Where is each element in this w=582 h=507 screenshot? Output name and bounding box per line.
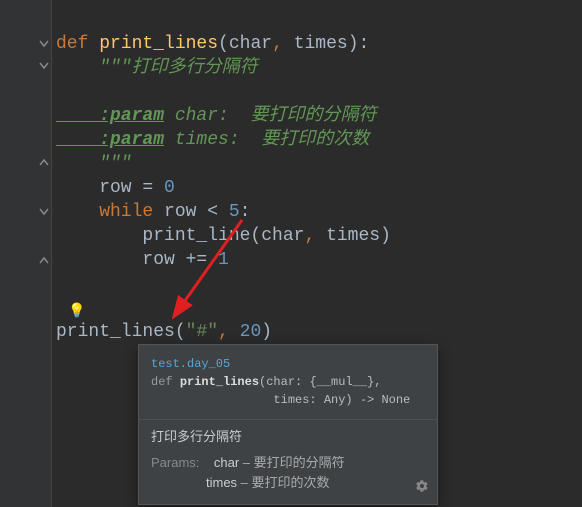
tooltip-doc-body: 打印多行分隔符 Params: char – 要打印的分隔符 times – 要… (139, 420, 437, 504)
operator-eq: = (142, 178, 164, 198)
call-print-line: print_line( (56, 226, 261, 246)
keyword-def: def (56, 34, 99, 54)
number-one: 1 (218, 250, 229, 270)
number-zero: 0 (164, 178, 175, 198)
tooltip-param-sep: – (239, 455, 253, 470)
paren-colon: ): (348, 34, 370, 54)
code-line[interactable]: row = 0 (56, 176, 582, 200)
tooltip-fn-name: print_lines (180, 375, 259, 389)
code-line[interactable]: while row < 5: (56, 200, 582, 224)
gutter (0, 0, 52, 507)
docstring-param-name: char: (164, 106, 240, 126)
tooltip-param-desc: 要打印的分隔符 (254, 455, 345, 470)
docstring-param-name: times: (164, 130, 250, 150)
tooltip-summary: 打印多行分隔符 (151, 428, 425, 446)
comma: , (272, 34, 294, 54)
number-five: 5 (229, 202, 240, 222)
gear-icon[interactable] (415, 479, 429, 498)
param-char: char (229, 34, 272, 54)
fold-end-icon[interactable] (38, 254, 50, 266)
arg-times: times (326, 226, 380, 246)
docstring-param-desc: 要打印的分隔符 (240, 106, 377, 126)
tooltip-param-sep: – (237, 475, 251, 490)
code-line[interactable]: def print_lines(char, times): (56, 32, 582, 56)
comma: , (304, 226, 326, 246)
docstring-param-desc: 要打印的次数 (250, 130, 369, 150)
tooltip-param-name: times (206, 475, 237, 490)
tooltip-signature: test.day_05 def print_lines(char: {__mul… (139, 345, 437, 420)
tooltip-param-name: char (214, 455, 239, 470)
fold-icon[interactable] (38, 38, 50, 50)
code-line[interactable]: print_line(char, times) (56, 224, 582, 248)
quick-doc-tooltip: test.day_05 def print_lines(char: {__mul… (138, 344, 438, 505)
docstring-open: """ (56, 58, 132, 78)
code-text: row (56, 250, 186, 270)
code-line[interactable] (56, 8, 582, 32)
tooltip-sig-text: times: Any) -> None (273, 393, 410, 407)
fold-end-icon[interactable] (38, 156, 50, 168)
string-arg: "#" (186, 322, 218, 342)
code-line[interactable] (56, 272, 582, 296)
comma: , (218, 322, 240, 342)
tooltip-sig-indent (151, 393, 273, 407)
paren-open: ( (175, 322, 186, 342)
fold-icon[interactable] (38, 206, 50, 218)
keyword-while: while (56, 202, 164, 222)
docstring-close: """ (56, 154, 132, 174)
code-line[interactable]: row += 1 (56, 248, 582, 272)
tooltip-module: test.day_05 (151, 357, 230, 371)
number-arg: 20 (240, 322, 262, 342)
code-line[interactable]: :param times: 要打印的次数 (56, 128, 582, 152)
code-line[interactable] (56, 80, 582, 104)
param-times: times (294, 34, 348, 54)
tooltip-def-kw: def (151, 375, 180, 389)
code-text: row (56, 178, 142, 198)
docstring-tag: :param (56, 106, 164, 126)
paren-close: ) (261, 322, 272, 342)
operator-pluseq: += (186, 250, 218, 270)
paren: ( (218, 34, 229, 54)
arg-char: char (261, 226, 304, 246)
tooltip-param-desc: 要打印的次数 (252, 475, 330, 490)
fold-icon[interactable] (38, 60, 50, 72)
tooltip-params-label: Params: (151, 455, 199, 470)
colon: : (240, 202, 251, 222)
code-line[interactable]: print_lines("#", 20) (56, 320, 582, 344)
code-line[interactable]: :param char: 要打印的分隔符 (56, 104, 582, 128)
function-name: print_lines (99, 34, 218, 54)
tooltip-sig-text: (char: {__mul__}, (259, 375, 381, 389)
code-line[interactable] (56, 296, 582, 320)
docstring-tag: :param (56, 130, 164, 150)
code-text: row < (164, 202, 229, 222)
docstring-summary: 打印多行分隔符 (132, 58, 258, 78)
paren-close: ) (380, 226, 391, 246)
lightbulb-icon[interactable]: 💡 (68, 300, 85, 324)
code-line[interactable]: """ (56, 152, 582, 176)
call-print-lines: print_lines (56, 322, 175, 342)
code-line[interactable]: """打印多行分隔符 (56, 56, 582, 80)
